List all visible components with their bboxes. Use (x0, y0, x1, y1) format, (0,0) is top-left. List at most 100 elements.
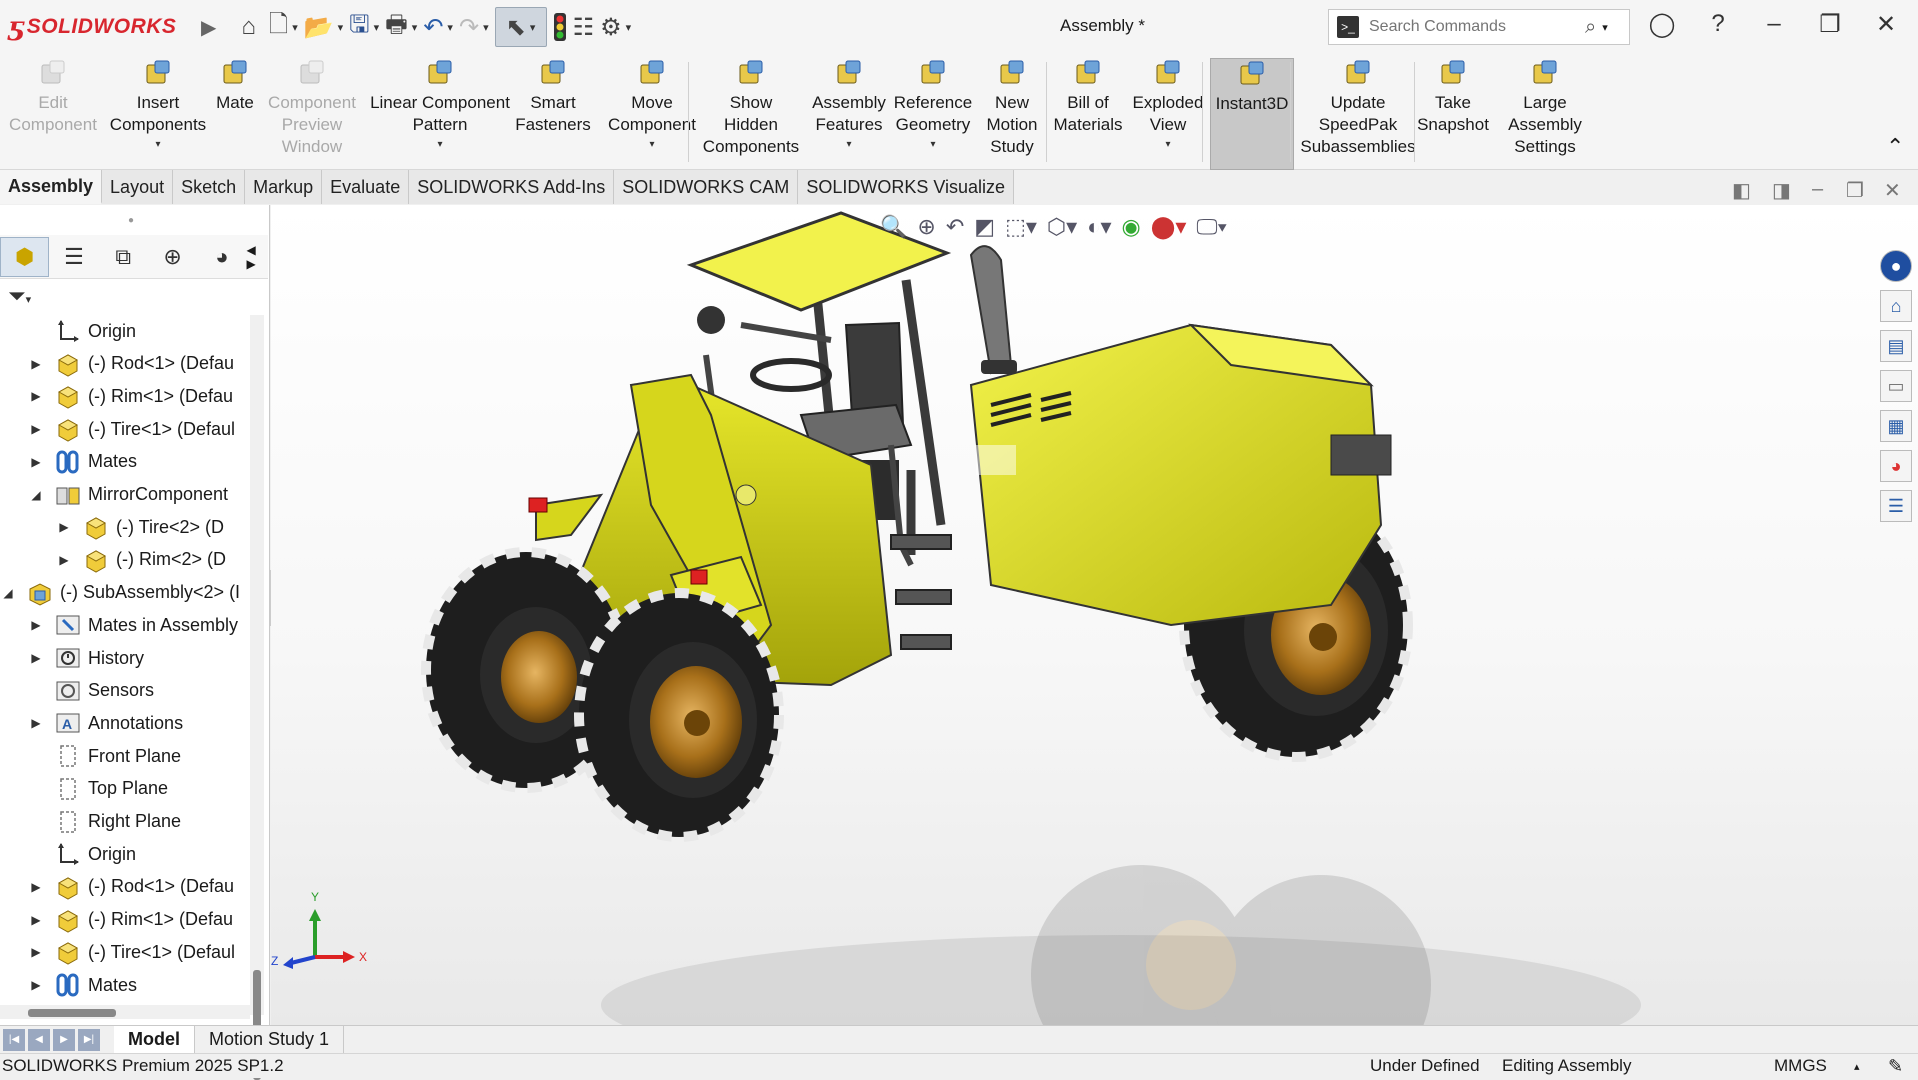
tree-node[interactable]: ▶ (-) Rod<1> (Defau (28, 348, 234, 380)
design-library-icon[interactable]: ▤ (1880, 330, 1912, 362)
print-icon[interactable]: 🖶 ▾ (385, 7, 417, 47)
zoom-to-area-icon[interactable]: ⊕ (917, 214, 935, 240)
viewport-restore-icon[interactable]: ❐ (1846, 178, 1864, 203)
tile-left-icon[interactable]: ◧ (1732, 178, 1751, 203)
tree-node[interactable]: ▶ (-) Rim<2> (D (56, 544, 226, 576)
tree-node[interactable]: ▶ (-) Tire<1> (Defaul (28, 413, 235, 445)
restore-icon[interactable]: ❐ (1810, 10, 1850, 39)
expand-arrow-icon[interactable]: ▶ (28, 913, 44, 927)
cmd-mate-button[interactable]: Mate (210, 58, 260, 170)
tree-node[interactable]: ◢ MirrorComponent (28, 479, 228, 511)
tree-node[interactable]: ▶ Mates (28, 446, 137, 478)
close-icon[interactable]: ✕ (1866, 10, 1906, 39)
view-palette-icon[interactable]: ▦ (1880, 410, 1912, 442)
tree-node[interactable]: Front Plane (28, 740, 181, 772)
expand-arrow-icon[interactable]: ▶ (28, 357, 44, 371)
display-style-icon[interactable]: ◐▾ (1087, 214, 1111, 240)
tree-node[interactable]: ▶ A Annotations (28, 707, 183, 739)
dropdown-arrow-icon[interactable]: ▾ (930, 134, 935, 156)
solidworks-resources-icon[interactable]: ● (1880, 250, 1912, 282)
file-explorer-icon[interactable]: ▭ (1880, 370, 1912, 402)
search-icon[interactable]: ⌕ (1585, 16, 1596, 39)
expand-arrow-icon[interactable]: ▶ (28, 455, 44, 469)
status-options-icon[interactable]: ✎ (1888, 1056, 1903, 1077)
search-input[interactable] (1369, 18, 1579, 36)
tree-node[interactable]: Top Plane (28, 773, 168, 805)
tab-sketch[interactable]: Sketch (173, 170, 246, 204)
units-dropdown-icon[interactable]: ▴ (1854, 1060, 1860, 1073)
dropdown-arrow-icon[interactable]: ▾ (437, 134, 442, 156)
expand-arrow-icon[interactable]: ▶ (28, 651, 44, 665)
tile-right-icon[interactable]: ◨ (1772, 178, 1791, 203)
viewport-minimize-icon[interactable]: – (1812, 178, 1823, 201)
tab-solidworks-add-ins[interactable]: SOLIDWORKS Add-Ins (409, 170, 615, 204)
cmd-edit-component-button[interactable]: Edit Component (4, 58, 102, 170)
cmd-assembly-features-button[interactable]: Assembly Features ▾ (806, 58, 892, 170)
dropdown-arrow-icon[interactable]: ▾ (649, 134, 654, 156)
tree-node[interactable]: ▶ (-) Rod<1> (Defau (28, 871, 234, 903)
expand-arrow-icon[interactable]: ▶ (56, 520, 72, 534)
search-dropdown-icon[interactable]: ▾ (1602, 21, 1608, 34)
expand-arrow-icon[interactable]: ▶ (56, 553, 72, 567)
solidworks-logo[interactable]: ƽ SOLIDWORKS (8, 12, 198, 42)
tree-node[interactable]: ▶ Mates in Assembly (28, 609, 238, 641)
bottom-tab-model[interactable]: Model (114, 1025, 195, 1054)
view-orientation-icon[interactable]: ⬡▾ (1047, 214, 1077, 240)
graphics-area[interactable]: Y X Z (271, 205, 1918, 1025)
dropdown-arrow-icon[interactable]: ▾ (846, 134, 851, 156)
tab-layout[interactable]: Layout (102, 170, 174, 204)
cmd-component-preview-button[interactable]: Component Preview Window (262, 58, 362, 170)
expand-arrow-icon[interactable]: ▶ (28, 978, 44, 992)
view-settings-icon[interactable]: 🖵▾ (1196, 214, 1226, 240)
panel-grip-icon[interactable]: ● (128, 215, 134, 226)
minimize-icon[interactable]: – (1754, 10, 1794, 38)
new-document-icon[interactable]: 🗋 ▾ (269, 7, 298, 47)
unit-system[interactable]: MMGS (1774, 1056, 1827, 1076)
tree-node[interactable]: ▶ (-) Rim<1> (Defau (28, 380, 233, 412)
filter-icon[interactable]: ⏷▾ (8, 283, 31, 309)
property-manager-tab-icon[interactable]: ☰ (49, 237, 98, 277)
tree-node[interactable]: ▶ (-) Tire<2> (D (56, 511, 224, 543)
feature-manager-tab-icon[interactable]: ⬢ (0, 236, 50, 277)
cmd-linear-pattern-button[interactable]: Linear Component Pattern ▾ (360, 58, 520, 170)
next-tab-icon[interactable]: ▶ (53, 1028, 75, 1051)
dropdown-arrow-icon[interactable]: ▾ (155, 134, 160, 156)
dynamic-annotation-icon[interactable]: ⬚▾ (1005, 214, 1037, 240)
cmd-large-assembly-button[interactable]: Large Assembly Settings (1498, 58, 1592, 170)
tab-markup[interactable]: Markup (245, 170, 323, 204)
collapse-arrow-icon[interactable]: ◢ (0, 586, 16, 600)
select-icon[interactable]: ⬉ ▾ (494, 7, 547, 47)
last-tab-icon[interactable]: ▶| (78, 1028, 100, 1051)
cmd-move-component-button[interactable]: Move Component ▾ (604, 58, 700, 170)
tree-node[interactable]: ▶ Mates (28, 969, 137, 1001)
tree-node[interactable]: ▶ (-) Rim<1> (Defau (28, 904, 233, 936)
tab-solidworks-visualize[interactable]: SOLIDWORKS Visualize (798, 170, 1015, 204)
rebuild-icon[interactable] (553, 7, 567, 47)
tree-node[interactable]: ▶ (-) Tire<1> (Defaul (28, 936, 235, 968)
configuration-manager-tab-icon[interactable]: ⧉ (99, 237, 148, 277)
collapse-ribbon-icon[interactable]: ⌃ (1886, 134, 1904, 160)
prev-tab-icon[interactable]: ◀ (28, 1028, 50, 1051)
cmd-insert-components-button[interactable]: Insert Components ▾ (104, 58, 212, 170)
tab-solidworks-cam[interactable]: SOLIDWORKS CAM (614, 170, 799, 204)
bottom-tab-motion-study-1[interactable]: Motion Study 1 (195, 1025, 345, 1054)
tree-horizontal-scrollbar[interactable] (0, 1005, 250, 1019)
previous-view-icon[interactable]: ↶ (946, 214, 964, 240)
custom-properties-icon[interactable]: ☰ (1880, 490, 1912, 522)
hide-show-items-icon[interactable]: ◉ (1122, 214, 1141, 240)
expand-arrow-icon[interactable]: ▶ (28, 880, 44, 894)
tree-node[interactable]: Origin (28, 838, 136, 870)
tree-vertical-scrollbar[interactable] (250, 315, 264, 1080)
viewport-close-icon[interactable]: ✕ (1884, 178, 1901, 203)
cmd-exploded-view-button[interactable]: Exploded View ▾ (1128, 58, 1208, 170)
expand-arrow-icon[interactable]: ▶ (28, 618, 44, 632)
home-task-icon[interactable]: ⌂ (1880, 290, 1912, 322)
help-icon[interactable]: ? (1698, 10, 1738, 38)
undo-icon[interactable]: ↶ ▾ (423, 7, 453, 47)
tab-evaluate[interactable]: Evaluate (322, 170, 410, 204)
expand-arrow-icon[interactable]: ▶ (28, 422, 44, 436)
cmd-show-hidden-button[interactable]: Show Hidden Components (696, 58, 806, 170)
first-tab-icon[interactable]: |◀ (3, 1028, 25, 1051)
cmd-snapshot-button[interactable]: Take Snapshot (1417, 58, 1489, 170)
section-view-icon[interactable]: ◩ (974, 214, 995, 240)
